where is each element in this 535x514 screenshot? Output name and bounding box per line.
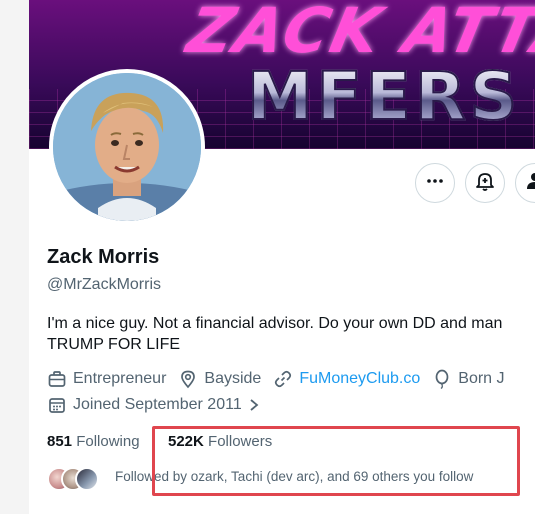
- person-icon: [525, 171, 535, 196]
- bio-line-1: I'm a nice guy. Not a financial advisor.…: [47, 315, 503, 332]
- more-icon: [425, 171, 445, 196]
- joined-text: Joined September 2011: [73, 396, 242, 413]
- bio-line-2: TRUMP FOR LIFE: [47, 336, 181, 353]
- born-text: Born J: [458, 370, 505, 387]
- profile-bio: I'm a nice guy. Not a financial advisor.…: [47, 313, 502, 355]
- following-count: 851: [47, 433, 73, 450]
- more-button[interactable]: [415, 163, 455, 203]
- left-gutter: [0, 0, 29, 514]
- joined-row[interactable]: Joined September 2011: [47, 395, 272, 415]
- profile-avatar[interactable]: [49, 69, 205, 225]
- banner-main-text: MFERS: [246, 57, 522, 136]
- location-text: Bayside: [204, 370, 262, 387]
- balloon-icon: [432, 369, 452, 389]
- following-stat[interactable]: 851 Following: [47, 433, 140, 450]
- occupation-item: Entrepreneur: [47, 369, 166, 389]
- profile-handle: @MrZackMorris: [47, 276, 162, 293]
- website-link[interactable]: FuMoneyClub.co: [299, 370, 420, 388]
- chevron-right-icon: [248, 398, 260, 412]
- briefcase-icon: [47, 369, 67, 389]
- calendar-icon: [47, 395, 67, 415]
- follower-avatar: [75, 467, 99, 491]
- bell-plus-icon: [474, 170, 496, 197]
- following-label: Following: [76, 433, 140, 450]
- link-icon: [273, 369, 293, 389]
- follow-button[interactable]: [515, 163, 535, 203]
- location-pin-icon: [178, 369, 198, 389]
- profile-name: Zack Morris: [47, 246, 160, 268]
- born-item: Born J: [432, 369, 505, 389]
- avatar-portrait: [53, 73, 201, 221]
- followed-by-avatars[interactable]: [47, 467, 103, 493]
- joined-item[interactable]: Joined September 2011: [47, 395, 260, 415]
- location-item: Bayside: [178, 369, 261, 389]
- website-item[interactable]: FuMoneyClub.co: [273, 369, 420, 389]
- highlight-annotation-box: [152, 426, 520, 496]
- profile-meta-row: Entrepreneur Bayside FuMoneyClub.co Born…: [47, 369, 517, 389]
- occupation-text: Entrepreneur: [73, 370, 167, 387]
- banner-top-text: ZACK ATTAC: [181, 0, 535, 67]
- notifications-button[interactable]: [465, 163, 505, 203]
